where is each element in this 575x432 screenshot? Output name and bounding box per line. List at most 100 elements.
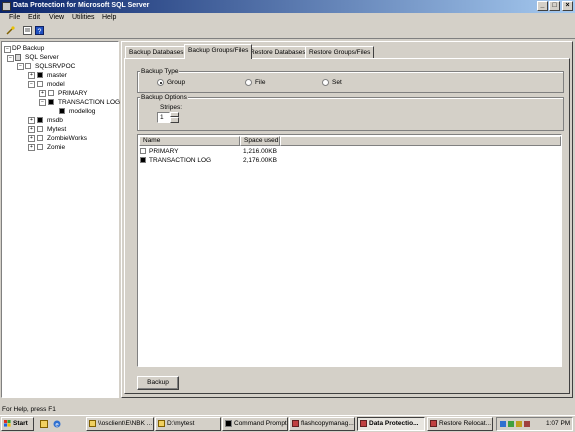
tree-node-sqlsrvpoc[interactable]: SQLSRVPOC: [35, 63, 75, 70]
console-icon: [225, 420, 232, 427]
security-icon[interactable]: [524, 421, 530, 427]
taskbar-item-restore-relocate[interactable]: Restore Relocat...: [427, 417, 493, 431]
menu-utilities[interactable]: Utilities: [72, 14, 95, 21]
taskbar-item-label: Restore Relocat...: [439, 420, 492, 427]
expander-zomie[interactable]: +: [28, 144, 35, 151]
svg-text:?: ?: [38, 29, 42, 36]
tree-node-mytest[interactable]: Mytest: [47, 126, 66, 133]
app-icon: [430, 420, 437, 427]
maximize-button[interactable]: □: [549, 1, 560, 11]
expander-root[interactable]: −: [4, 46, 11, 53]
tab-restore-groups-files[interactable]: Restore Groups/Files: [305, 46, 375, 58]
tree-node-zomie[interactable]: Zomie: [47, 144, 65, 151]
column-header-filler: [280, 136, 561, 146]
file-radio-label[interactable]: File: [255, 79, 265, 86]
modellog-checkbox[interactable]: [59, 108, 65, 114]
tree-node-zombieworks[interactable]: ZombieWorks: [47, 135, 87, 142]
status-bar: For Help, press F1: [2, 406, 56, 413]
properties-icon[interactable]: [23, 26, 32, 35]
server-checkbox[interactable]: [25, 63, 31, 69]
expander-msdb[interactable]: +: [28, 117, 35, 124]
tree-node-modellog[interactable]: modellog: [69, 108, 95, 115]
tree-node-msdb[interactable]: msdb: [47, 117, 63, 124]
clock[interactable]: 1:07 PM: [546, 420, 570, 428]
column-header-space[interactable]: Space used: [240, 136, 280, 146]
expander-model[interactable]: −: [28, 81, 35, 88]
wizard-icon[interactable]: [6, 26, 15, 35]
volume-icon[interactable]: [516, 421, 522, 427]
taskbar-item-flashcopymanager[interactable]: flashcopymanag...: [289, 417, 355, 431]
tab-backup-groups-files[interactable]: Backup Groups/Files: [184, 44, 253, 59]
menu-edit[interactable]: Edit: [28, 14, 40, 21]
window-title: Data Protection for Microsoft SQL Server: [13, 2, 150, 9]
close-button[interactable]: ×: [562, 1, 573, 11]
toolbar: ?: [0, 24, 575, 39]
transaction-log-checkbox[interactable]: [48, 99, 54, 105]
title-bar[interactable]: Data Protection for Microsoft SQL Server…: [0, 0, 575, 13]
server-group-icon: [15, 54, 21, 61]
list-row-name-transaction-log[interactable]: TRANSACTION LOG: [149, 157, 211, 164]
group-radio[interactable]: [157, 79, 164, 86]
tab-restore-databases[interactable]: Restore Databases: [246, 46, 310, 58]
tree-node-dp-backup[interactable]: DP Backup: [12, 45, 44, 52]
msdb-checkbox[interactable]: [37, 117, 43, 123]
master-checkbox[interactable]: [37, 72, 43, 78]
folder-icon: [89, 420, 96, 427]
taskbar-item-data-protection[interactable]: Data Protectio...: [357, 417, 425, 431]
taskbar-item-osclient[interactable]: \\osclient\E\NBK ...: [86, 417, 154, 431]
taskbar-item-label: D:\mytest: [167, 420, 195, 427]
backup-type-label: Backup Type: [140, 68, 180, 75]
stripes-input[interactable]: 1: [157, 112, 170, 123]
transaction-log-row-checkbox[interactable]: [140, 157, 146, 163]
taskbar-item-command-prompt[interactable]: Command Prompt: [222, 417, 288, 431]
stripes-down-button[interactable]: [170, 117, 179, 123]
tab-backup-databases[interactable]: Backup Databases: [125, 46, 188, 58]
group-radio-label[interactable]: Group: [167, 79, 185, 86]
backup-button[interactable]: Backup: [137, 376, 179, 390]
taskbar: Start e \\osclient\E\NBK ... D:\mytest C…: [0, 415, 575, 432]
groups-files-list[interactable]: Name Space used PRIMARY 1,216.00KB TRANS…: [137, 134, 562, 367]
list-row-name-primary[interactable]: PRIMARY: [149, 148, 179, 155]
tree-node-primary[interactable]: PRIMARY: [58, 90, 88, 97]
primary-checkbox[interactable]: [48, 90, 54, 96]
start-button[interactable]: Start: [1, 417, 34, 431]
expander-transaction-log[interactable]: −: [39, 99, 46, 106]
taskbar-item-label: \\osclient\E\NBK ...: [98, 420, 153, 427]
backup-options-group: [137, 97, 564, 131]
network-icon[interactable]: [500, 421, 506, 427]
primary-row-checkbox[interactable]: [140, 148, 146, 154]
expander-master[interactable]: +: [28, 72, 35, 79]
set-radio-label[interactable]: Set: [332, 79, 342, 86]
set-radio[interactable]: [322, 79, 329, 86]
menu-view[interactable]: View: [49, 14, 64, 21]
expander-zombieworks[interactable]: +: [28, 135, 35, 142]
file-radio[interactable]: [245, 79, 252, 86]
column-header-name[interactable]: Name: [139, 136, 240, 146]
tree-node-sql-server[interactable]: SQL Server: [25, 54, 59, 61]
menu-bar: File Edit View Utilities Help: [0, 13, 575, 24]
system-tray: 1:07 PM: [496, 417, 573, 431]
tree-node-model[interactable]: model: [47, 81, 65, 88]
tree-node-master[interactable]: master: [47, 72, 67, 79]
tree-view[interactable]: − DP Backup − SQL Server − SQLSRVPOC + m…: [1, 41, 120, 398]
menu-help[interactable]: Help: [102, 14, 116, 21]
app-icon: [360, 420, 367, 427]
expander-primary[interactable]: +: [39, 90, 46, 97]
zomie-checkbox[interactable]: [37, 144, 43, 150]
model-checkbox[interactable]: [37, 81, 43, 87]
quicklaunch-ie-icon[interactable]: e: [53, 420, 61, 428]
backup-type-group: [137, 71, 564, 93]
menu-file[interactable]: File: [9, 14, 20, 21]
tray-app-icon[interactable]: [508, 421, 514, 427]
tree-node-transaction-log[interactable]: TRANSACTION LOG: [58, 99, 120, 106]
minimize-button[interactable]: _: [537, 1, 548, 11]
expander-mytest[interactable]: +: [28, 126, 35, 133]
help-icon[interactable]: ?: [35, 26, 44, 35]
taskbar-item-mytest[interactable]: D:\mytest: [155, 417, 221, 431]
quicklaunch-explorer-icon[interactable]: [40, 420, 48, 428]
zombieworks-checkbox[interactable]: [37, 135, 43, 141]
expander-server[interactable]: −: [17, 63, 24, 70]
backup-options-label: Backup Options: [140, 94, 188, 101]
expander-sql-server[interactable]: −: [7, 55, 14, 62]
mytest-checkbox[interactable]: [37, 126, 43, 132]
